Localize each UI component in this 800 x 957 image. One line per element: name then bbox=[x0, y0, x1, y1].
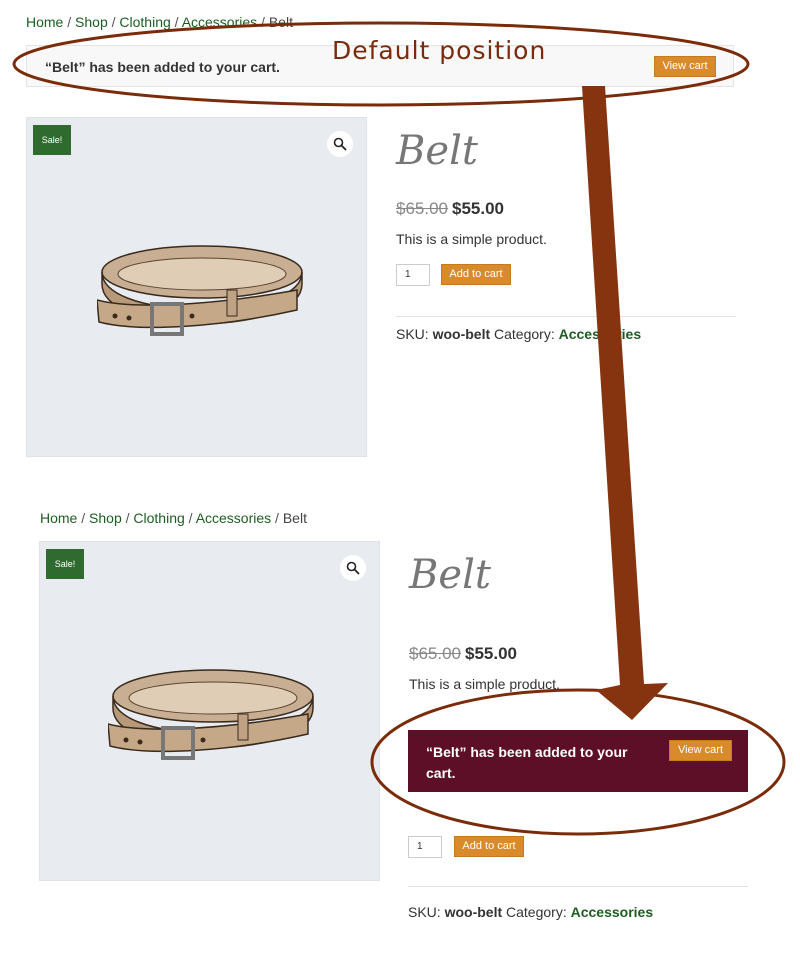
product-description: This is a simple product. bbox=[409, 676, 560, 692]
view-cart-button[interactable]: View cart bbox=[654, 56, 716, 77]
product-price: $65.00 $55.00 bbox=[396, 199, 504, 219]
annotation-label: Default position bbox=[332, 36, 547, 65]
breadcrumb: Home / Shop / Clothing / Accessories / B… bbox=[26, 14, 293, 30]
add-to-cart-button[interactable]: Add to cart bbox=[441, 264, 511, 285]
belt-illustration bbox=[108, 669, 314, 760]
product-meta: SKU: woo-belt Category: Accessories bbox=[396, 326, 641, 342]
breadcrumb-shop[interactable]: Shop bbox=[75, 14, 108, 30]
sku-value: woo-belt bbox=[432, 326, 491, 342]
product-image[interactable]: Sale! bbox=[39, 541, 380, 881]
breadcrumb: Home / Shop / Clothing / Accessories / B… bbox=[40, 510, 307, 526]
cart-notice-moved: “Belt” has been added to your cart. View… bbox=[408, 730, 748, 792]
quantity-input[interactable]: 1 bbox=[396, 264, 430, 286]
category-link[interactable]: Accessories bbox=[559, 326, 642, 342]
breadcrumb-separator: / bbox=[170, 14, 182, 30]
price-old: $65.00 bbox=[396, 199, 448, 218]
magnifier-icon bbox=[333, 137, 347, 151]
divider bbox=[396, 316, 736, 317]
breadcrumb-clothing[interactable]: Clothing bbox=[133, 510, 184, 526]
product-description: This is a simple product. bbox=[396, 231, 547, 247]
sku-value: woo-belt bbox=[444, 904, 503, 920]
breadcrumb-separator: / bbox=[121, 510, 134, 526]
breadcrumb-home[interactable]: Home bbox=[40, 510, 77, 526]
breadcrumb-separator: / bbox=[184, 510, 196, 526]
sku-label: SKU: bbox=[396, 326, 429, 342]
sale-badge: Sale! bbox=[33, 125, 71, 155]
breadcrumb-separator: / bbox=[63, 14, 76, 30]
sale-badge: Sale! bbox=[46, 549, 84, 579]
breadcrumb-accessories[interactable]: Accessories bbox=[196, 510, 271, 526]
price-old: $65.00 bbox=[409, 644, 461, 663]
zoom-button[interactable] bbox=[327, 131, 353, 157]
divider bbox=[408, 886, 748, 887]
breadcrumb-separator: / bbox=[271, 510, 283, 526]
category-label: Category: bbox=[506, 904, 567, 920]
zoom-button[interactable] bbox=[340, 555, 366, 581]
price-new: $55.00 bbox=[465, 644, 517, 663]
sku-label: SKU: bbox=[408, 904, 441, 920]
breadcrumb-shop[interactable]: Shop bbox=[89, 510, 122, 526]
breadcrumb-accessories[interactable]: Accessories bbox=[182, 14, 257, 30]
category-label: Category: bbox=[494, 326, 555, 342]
view-cart-button[interactable]: View cart bbox=[669, 740, 732, 761]
product-price: $65.00 $55.00 bbox=[409, 644, 517, 664]
magnifier-icon bbox=[346, 561, 360, 575]
cart-notice-message: “Belt” has been added to your cart. bbox=[426, 744, 628, 781]
annotation-arrow bbox=[582, 86, 668, 720]
belt-illustration bbox=[97, 245, 303, 336]
breadcrumb-separator: / bbox=[107, 14, 120, 30]
breadcrumb-home[interactable]: Home bbox=[26, 14, 63, 30]
breadcrumb-clothing[interactable]: Clothing bbox=[119, 14, 170, 30]
product-title: Belt bbox=[396, 128, 478, 174]
cart-notice-message: “Belt” has been added to your cart. bbox=[45, 59, 280, 75]
breadcrumb-current: Belt bbox=[282, 510, 307, 526]
category-link[interactable]: Accessories bbox=[571, 904, 654, 920]
add-to-cart-button[interactable]: Add to cart bbox=[454, 836, 524, 857]
breadcrumb-separator: / bbox=[257, 14, 269, 30]
quantity-input[interactable]: 1 bbox=[408, 836, 442, 858]
product-image[interactable]: Sale! bbox=[26, 117, 367, 457]
product-title: Belt bbox=[409, 552, 491, 598]
breadcrumb-current: Belt bbox=[268, 14, 293, 30]
price-new: $55.00 bbox=[452, 199, 504, 218]
product-meta: SKU: woo-belt Category: Accessories bbox=[408, 904, 653, 920]
breadcrumb-separator: / bbox=[77, 510, 90, 526]
